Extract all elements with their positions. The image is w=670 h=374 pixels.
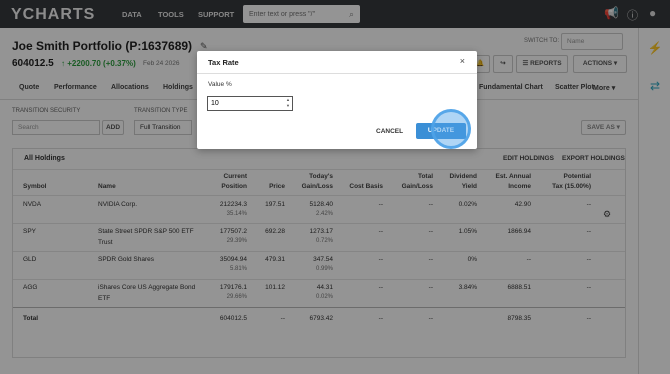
- dialog-divider: [197, 73, 477, 74]
- number-stepper[interactable]: ▲ ▼: [284, 97, 292, 110]
- cancel-button[interactable]: CANCEL: [376, 128, 403, 135]
- value-label: Value %: [208, 81, 232, 88]
- close-icon[interactable]: ×: [460, 56, 465, 66]
- value-input[interactable]: [207, 96, 293, 111]
- stepper-down-icon[interactable]: ▼: [284, 103, 292, 109]
- click-indicator: [431, 109, 471, 149]
- dialog-title: Tax Rate: [208, 58, 239, 67]
